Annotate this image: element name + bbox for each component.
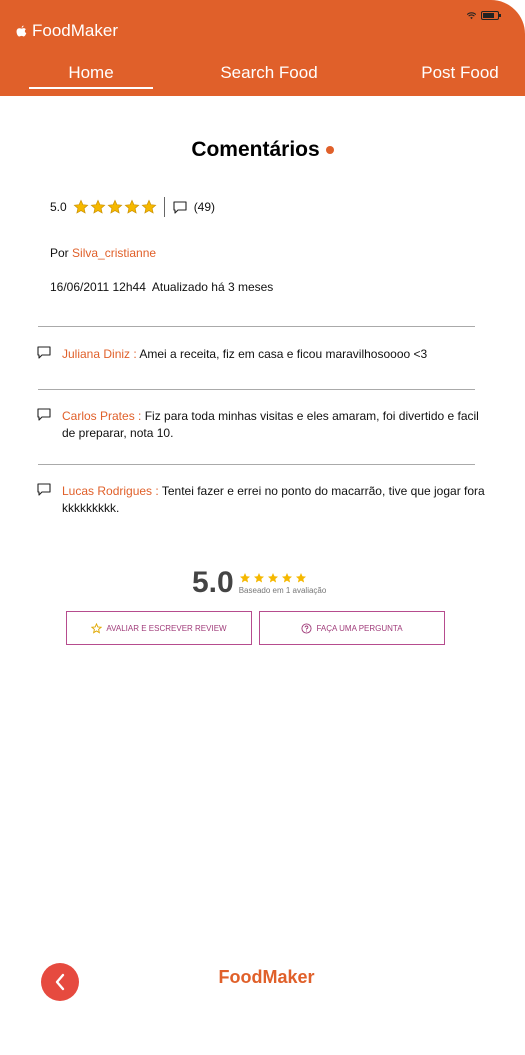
title-dot-icon — [325, 146, 334, 155]
comment-icon — [37, 408, 51, 421]
write-review-button[interactable]: AVALIAR E ESCREVER REVIEW — [66, 611, 252, 645]
ask-question-label: FAÇA UMA PERGUNTA — [316, 623, 403, 633]
divider — [38, 326, 475, 327]
comment-icon[interactable] — [173, 200, 187, 214]
tab-post-food[interactable]: Post Food — [412, 63, 508, 83]
comment-author[interactable]: Carlos Prates : — [62, 409, 141, 423]
ask-question-button[interactable]: FAÇA UMA PERGUNTA — [259, 611, 445, 645]
star-icon — [141, 199, 157, 214]
star-icon — [295, 572, 306, 582]
divider — [38, 464, 475, 465]
page-title: Comentários — [0, 138, 525, 162]
star-icon — [239, 572, 250, 582]
star-icon — [253, 572, 264, 582]
comment-count[interactable]: (49) — [194, 200, 215, 214]
author-link[interactable]: Silva_cristianne — [72, 246, 156, 260]
tab-search-food[interactable]: Search Food — [205, 63, 333, 83]
comment-icon — [37, 346, 51, 359]
star-icon — [73, 199, 89, 214]
active-tab-indicator — [29, 87, 153, 89]
star-outline-icon — [91, 622, 103, 634]
rating-row: 5.0 (49) — [50, 197, 215, 217]
rating-divider — [163, 197, 165, 217]
comment-text: Amei a receita, fiz em casa e ficou mara… — [139, 347, 428, 361]
question-icon — [301, 622, 312, 634]
page-title-text: Comentários — [191, 138, 320, 161]
app-header: FoodMaker Home Search Food Post Food — [0, 0, 525, 96]
date-line: 16/06/2011 12h44 Atualizado há 3 meses — [50, 280, 273, 294]
star-icon — [267, 572, 278, 582]
brand-name: FoodMaker — [32, 21, 118, 40]
star-icon — [90, 199, 106, 214]
rating-summary: 5.0 Baseado em 1 avaliação — [192, 566, 326, 600]
rating-stars — [73, 199, 157, 215]
comment-item: Lucas Rodrigues : Tentei fazer e errei n… — [37, 483, 487, 517]
star-icon — [281, 572, 292, 582]
comment-item: Juliana Diniz : Amei a receita, fiz em c… — [37, 346, 487, 363]
comment-body: Lucas Rodrigues : Tentei fazer e errei n… — [62, 483, 487, 517]
updated-text: Atualizado há 3 meses — [151, 280, 274, 294]
apple-icon — [16, 25, 27, 37]
author-line: Por Silva_cristianne — [50, 246, 156, 260]
star-icon — [124, 199, 140, 214]
footer-brand: FoodMaker — [218, 967, 315, 987]
summary-score: 5.0 — [192, 566, 234, 599]
based-on-text: Baseado em 1 avaliação — [238, 585, 327, 595]
battery-icon — [481, 11, 501, 20]
comment-body: Carlos Prates : Fiz para toda minhas vis… — [62, 408, 487, 442]
author-prefix: Por — [50, 246, 69, 260]
tab-home[interactable]: Home — [29, 63, 153, 83]
summary-side: Baseado em 1 avaliação — [238, 572, 327, 595]
comment-icon — [37, 483, 51, 496]
write-review-label: AVALIAR E ESCREVER REVIEW — [106, 623, 227, 633]
summary-stars — [239, 572, 327, 584]
status-bar — [467, 11, 501, 20]
wifi-icon — [467, 11, 476, 19]
comment-item: Carlos Prates : Fiz para toda minhas vis… — [37, 408, 487, 442]
star-icon — [107, 199, 123, 214]
divider — [38, 389, 475, 390]
post-date: 16/06/2011 12h44 — [50, 280, 146, 294]
comment-author[interactable]: Juliana Diniz : — [62, 347, 137, 361]
comment-author[interactable]: Lucas Rodrigues : — [62, 484, 159, 498]
rating-value: 5.0 — [50, 200, 67, 214]
comment-body: Juliana Diniz : Amei a receita, fiz em c… — [62, 346, 487, 363]
brand: FoodMaker — [16, 21, 118, 41]
